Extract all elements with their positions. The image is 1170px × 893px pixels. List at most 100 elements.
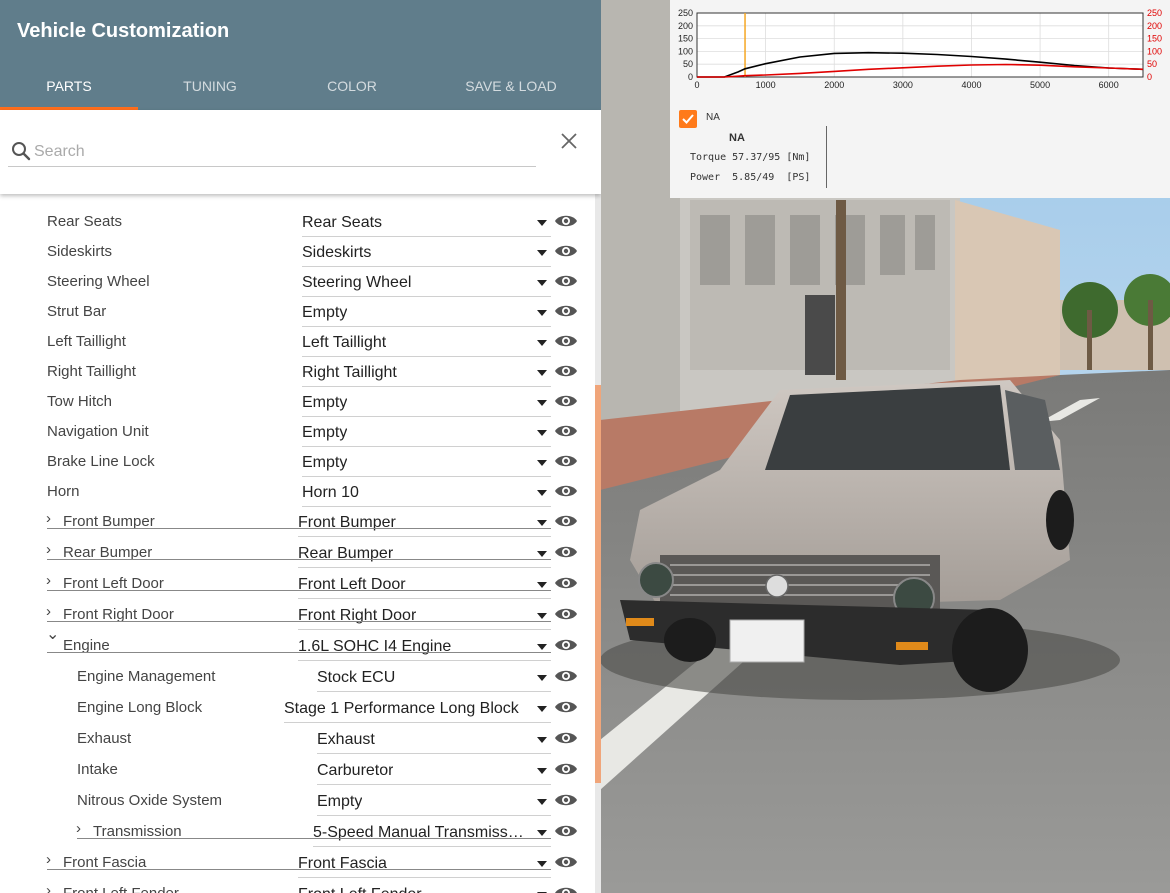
info-title: NA (729, 132, 745, 144)
y-left-tick-label: 50 (683, 59, 693, 69)
visibility-eye-icon[interactable] (554, 730, 578, 746)
part-row: Strut Bar Empty (0, 290, 590, 327)
part-label: Navigation Unit (47, 423, 149, 440)
dropdown-arrow-icon (537, 280, 547, 286)
visibility-eye-icon[interactable] (554, 213, 578, 229)
group-divider (47, 869, 551, 870)
dropdown-arrow-icon (537, 613, 547, 619)
panel-header: Vehicle Customization PARTS TUNING COLOR… (0, 0, 601, 110)
part-row: Steering Wheel Steering Wheel (0, 260, 590, 297)
part-label: Horn (47, 483, 80, 500)
dropdown-arrow-icon (537, 737, 547, 743)
y-left-tick-label: 200 (678, 21, 693, 31)
part-select-value: Front Right Door (298, 607, 417, 624)
part-select-value: Front Bumper (298, 514, 396, 531)
x-tick-label: 5000 (1030, 80, 1050, 90)
part-label: Nitrous Oxide System (77, 792, 223, 809)
tab-parts-label: PARTS (46, 78, 92, 94)
part-row: Exhaust Exhaust (0, 717, 590, 754)
visibility-eye-icon[interactable] (554, 854, 578, 870)
y-left-tick-label: 150 (678, 34, 693, 44)
part-row: Right Taillight Right Taillight (0, 350, 590, 387)
y-left-tick-label: 100 (678, 46, 693, 56)
part-label: Strut Bar (47, 303, 107, 320)
chevron-right-icon[interactable]: › (76, 821, 88, 836)
visibility-eye-icon[interactable] (554, 637, 578, 653)
tab-save-load[interactable]: SAVE & LOAD (422, 78, 600, 110)
visibility-eye-icon[interactable] (554, 575, 578, 591)
y-right-tick-label: 0 (1147, 72, 1152, 82)
part-label: Front Left Fender (63, 885, 179, 893)
part-select-value: Exhaust (317, 731, 375, 748)
visibility-eye-icon[interactable] (554, 761, 578, 777)
visibility-eye-icon[interactable] (554, 513, 578, 529)
part-select-value: Front Left Fender (298, 886, 422, 893)
chevron-right-icon[interactable]: › (46, 852, 58, 867)
chevron-right-icon[interactable]: › (46, 573, 58, 588)
y-left-tick-label: 250 (678, 8, 693, 18)
visibility-eye-icon[interactable] (554, 363, 578, 379)
group-divider (47, 528, 551, 529)
close-icon[interactable] (560, 132, 578, 150)
chevron-right-icon[interactable]: › (46, 511, 58, 526)
chevron-right-icon[interactable]: › (46, 604, 58, 619)
part-row: Engine Management Stock ECU (0, 655, 590, 692)
part-select-value: Stage 1 Performance Long Block (284, 700, 519, 717)
search-input[interactable] (34, 138, 534, 166)
x-tick-label: 6000 (1099, 80, 1119, 90)
tab-tuning[interactable]: TUNING (140, 78, 280, 110)
visibility-eye-icon[interactable] (554, 544, 578, 560)
part-select-value: Carburetor (317, 762, 394, 779)
panel-title: Vehicle Customization (17, 20, 230, 42)
x-tick-label: 4000 (961, 80, 981, 90)
chevron-right-icon[interactable]: › (46, 883, 58, 893)
part-row: Horn Horn 10 (0, 470, 590, 507)
chevron-right-icon[interactable]: › (46, 542, 58, 557)
visibility-eye-icon[interactable] (554, 792, 578, 808)
dropdown-arrow-icon (537, 310, 547, 316)
y-left-tick-label: 0 (688, 72, 693, 82)
visibility-eye-icon[interactable] (554, 423, 578, 439)
visibility-eye-icon[interactable] (554, 273, 578, 289)
dropdown-arrow-icon (537, 768, 547, 774)
y-right-tick-label: 250 (1147, 8, 1162, 18)
visibility-eye-icon[interactable] (554, 699, 578, 715)
visibility-eye-icon[interactable] (554, 393, 578, 409)
part-row: Rear Seats Rear Seats (0, 200, 590, 237)
tab-parts[interactable]: PARTS (0, 78, 138, 110)
group-divider (77, 838, 551, 839)
dropdown-arrow-icon (537, 830, 547, 836)
part-label: Tow Hitch (47, 393, 113, 410)
part-select-value: Empty (317, 793, 363, 810)
part-label: Exhaust (77, 730, 132, 747)
group-divider (47, 652, 551, 653)
dropdown-arrow-icon (537, 400, 547, 406)
part-label: Engine Management (77, 668, 216, 685)
x-tick-label: 2000 (824, 80, 844, 90)
part-label: Engine Long Block (77, 699, 203, 716)
y-right-tick-label: 150 (1147, 34, 1162, 44)
part-select-value: Stock ECU (317, 669, 396, 686)
part-row: Tow Hitch Empty (0, 380, 590, 417)
scrollbar-thumb[interactable] (595, 385, 601, 783)
dropdown-arrow-icon (537, 430, 547, 436)
visibility-eye-icon[interactable] (554, 333, 578, 349)
part-label: Rear Seats (47, 213, 123, 230)
part-row: ⌄ Engine 1.6L SOHC I4 Engine (0, 624, 590, 661)
visibility-eye-icon[interactable] (554, 885, 578, 893)
dropdown-arrow-icon (537, 250, 547, 256)
engine-info-box: NA Torque 57.37/95 [Nm] Power 5.85/49 [P… (687, 126, 827, 188)
info-torque: Torque 57.37/95 [Nm] (690, 152, 811, 163)
visibility-eye-icon[interactable] (554, 606, 578, 622)
part-row: › Rear Bumper Rear Bumper (0, 531, 590, 568)
part-select[interactable]: Front Left Fender (298, 884, 551, 893)
group-divider (47, 590, 551, 591)
visibility-eye-icon[interactable] (554, 823, 578, 839)
visibility-eye-icon[interactable] (554, 453, 578, 469)
visibility-eye-icon[interactable] (554, 243, 578, 259)
tab-color[interactable]: COLOR (282, 78, 422, 110)
chevron-down-icon[interactable]: ⌄ (46, 627, 59, 643)
visibility-eye-icon[interactable] (554, 668, 578, 684)
visibility-eye-icon[interactable] (554, 483, 578, 499)
visibility-eye-icon[interactable] (554, 303, 578, 319)
